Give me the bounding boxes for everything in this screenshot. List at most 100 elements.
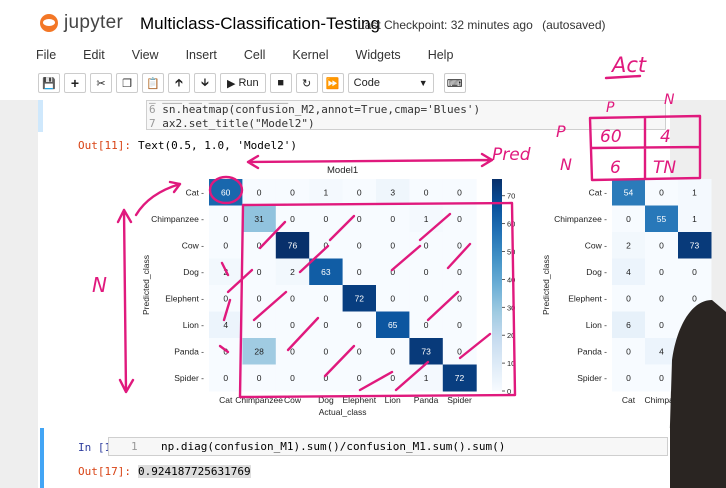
y-tick-label: Cow - [182,240,204,250]
cell-value-label: 0 [324,293,329,303]
cell-value-label: 0 [324,214,329,224]
cell-value-label: 0 [692,267,697,277]
y-tick-label: Lion - [586,320,607,330]
cell-value-label: 0 [357,373,362,383]
cell-value-label: 0 [457,187,462,197]
cell-value-label: 0 [424,267,429,277]
cell-value-label: 6 [626,320,631,330]
cell-value-label: 55 [657,214,667,224]
cell-value-label: 73 [421,346,431,356]
out17-prompt: Out[17]: [78,465,131,478]
cell-value-label: 60 [221,187,231,197]
annotation-pred: Pred [492,145,531,165]
cell-value-label: 0 [257,293,262,303]
cell-value-label: 28 [254,346,264,356]
annotation-arrow-cat [134,180,182,217]
cell-value-label: 31 [254,214,264,224]
y-tick-label: Dog - [586,267,607,277]
cell-value-label: 2 [290,267,295,277]
cell-value-label: 0 [457,240,462,250]
cell-value-label: 0 [290,187,295,197]
cell-value-label: 63 [321,267,331,277]
cell-value-label: 72 [455,373,465,383]
cell-value-label: 0 [357,187,362,197]
cell-value-label: 1 [424,214,429,224]
cell-value-label: 1 [692,214,697,224]
cell-value-label: 0 [457,214,462,224]
cell-value-label: 54 [624,187,634,197]
y-axis-label: Predicted_class [141,255,151,315]
cell-value-label: 0 [257,373,262,383]
cell-value-label: 0 [390,240,395,250]
annotation-tn: TN [653,158,676,178]
cell-value-label: 0 [257,267,262,277]
line-number: 1 [131,440,138,453]
in17-input[interactable]: 1 np.diag(confusion_M1).sum()/confusion_… [108,437,668,456]
cell-value-label: 72 [355,293,365,303]
colorbar-tick-label: 50 [507,248,515,257]
cell-value-label: 73 [690,240,700,250]
cell-value-label: 1 [692,187,697,197]
y-tick-label: Spider - [577,373,607,383]
annotation-fp: 6 [610,158,621,178]
x-tick-label: Cat [219,395,233,405]
cell-value-label: 0 [659,267,664,277]
annotation-arrow-top [246,152,494,170]
y-tick-label: Spider - [174,373,204,383]
cell-value-label: 65 [388,320,398,330]
cell-value-label: 0 [290,293,295,303]
cell-value-label: 0 [257,187,262,197]
cell-value-label: 0 [692,293,697,303]
y-axis-label: Predicted_class [541,255,551,315]
cell-value-label: 0 [626,373,631,383]
cell-value-label: 0 [290,214,295,224]
cell-value-label: 0 [324,320,329,330]
y-tick-label: Cat - [186,187,205,197]
y-tick-label: Panda - [174,346,204,356]
cell-value-label: 0 [424,187,429,197]
cell-value-label: 0 [223,214,228,224]
cell-value-label: 0 [626,346,631,356]
out17-value: 0.924187725631769 [138,465,251,478]
cell-value-label: 3 [390,187,395,197]
cell-value-label: 0 [659,320,664,330]
cell-value-label: 0 [659,240,664,250]
colorbar [492,179,502,391]
annotation-n-left: N [92,273,107,297]
cell-value-label: 0 [457,346,462,356]
cell-value-label: 0 [223,293,228,303]
annotation-act: Act [610,53,647,77]
cell-value-label: 0 [659,293,664,303]
cell-value-label: 0 [390,346,395,356]
y-tick-label: Cat - [589,187,608,197]
cell-value-label: 0 [257,320,262,330]
cell-selection-bar [40,428,44,488]
y-tick-label: Panda - [577,346,607,356]
cell-value-label: 0 [357,320,362,330]
annotation-p-row: P [556,122,566,141]
cell-value-label: 0 [424,320,429,330]
annotation-tp: 60 [600,127,622,147]
y-tick-label: Dog - [183,267,204,277]
y-tick-label: Elephent - [568,293,607,303]
cell-value-label: 0 [424,293,429,303]
cell-value-label: 0 [357,214,362,224]
y-tick-label: Lion - [183,320,204,330]
y-tick-label: Elephent - [165,293,204,303]
y-tick-label: Chimpanzee - [554,214,607,224]
annotation-fn: 4 [660,127,671,147]
chart-title: Model1 [327,165,358,176]
cell-value-label: 1 [324,187,329,197]
annotation-n-col: N [664,92,675,108]
annotation-table-grid [588,114,702,182]
heatmap-figure: 60 0 0 1 0 3 0 00 31 0 0 0 0 1 00 0 76 0 0 0 0 02 0 2 63 0 0 0 00 0 0 0… [92,53,726,488]
cell-value-label: 0 [357,267,362,277]
cell-value-label: 0 [223,373,228,383]
y-tick-label: Chimpanzee - [151,214,204,224]
annotation-n-row: N [560,155,572,174]
cell-value-label: 4 [659,346,664,356]
cell-value-label: 76 [288,240,298,250]
in17-code: np.diag(confusion_M1).sum()/confusion_M1… [161,440,506,453]
cell-value-label: 0 [390,373,395,383]
cell-value-label: 0 [390,214,395,224]
